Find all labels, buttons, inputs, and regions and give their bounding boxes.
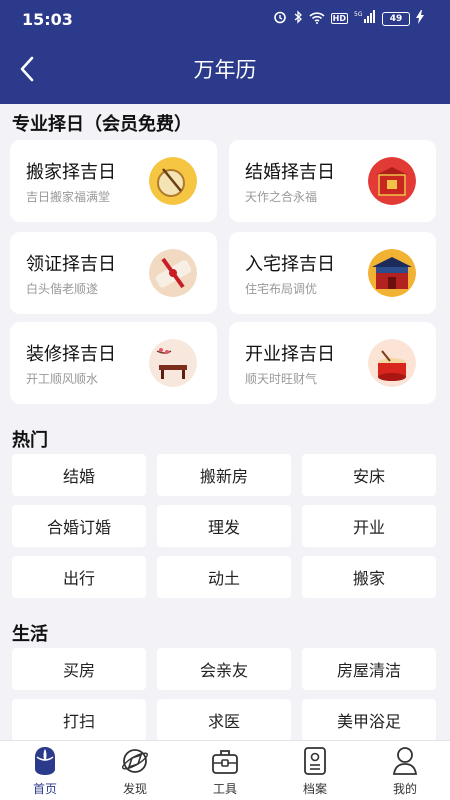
- tab-label: 发现: [122, 782, 147, 796]
- app-header: 15:03 HD 5G 49 万年历: [0, 0, 450, 104]
- card-banjia[interactable]: 搬家择吉日 吉日搬家福满堂: [10, 140, 217, 222]
- palace-gate-icon: [368, 249, 416, 297]
- charging-icon: [416, 10, 424, 27]
- card-ruzhai[interactable]: 入宅择吉日 住宅布局调优: [229, 232, 436, 314]
- card-subtitle: 开工顺风顺水: [26, 372, 99, 386]
- status-time: 15:03: [22, 10, 73, 29]
- hot-tag[interactable]: 动土: [157, 556, 291, 598]
- section-title-hot: 热门: [12, 430, 48, 451]
- card-subtitle: 天作之合永福: [245, 190, 318, 204]
- drum-icon: [149, 157, 197, 205]
- life-tag[interactable]: 求医: [157, 699, 291, 741]
- tab-label: 我的: [392, 782, 417, 796]
- card-subtitle: 住宅布局调优: [245, 282, 318, 296]
- profile-icon: [392, 747, 418, 775]
- bluetooth-icon: [293, 10, 303, 27]
- tab-profile[interactable]: 我的: [360, 741, 450, 800]
- page-title: 万年历: [193, 58, 257, 82]
- hd-badge: HD: [330, 13, 348, 24]
- card-title: 领证择吉日: [26, 254, 116, 275]
- life-tag[interactable]: 会亲友: [157, 648, 291, 690]
- tab-archive[interactable]: 档案: [270, 741, 360, 800]
- tab-tools[interactable]: 工具: [180, 741, 270, 800]
- signal-icon: 5G: [354, 10, 376, 27]
- card-title: 搬家择吉日: [26, 162, 116, 183]
- status-icons: HD 5G 49: [273, 10, 424, 27]
- life-tag[interactable]: 房屋清洁: [302, 648, 436, 690]
- card-jiehun[interactable]: 结婚择吉日 天作之合永福: [229, 140, 436, 222]
- section-title-zeri: 专业择日（会员免费）: [12, 114, 192, 135]
- card-zhuangxiu[interactable]: 装修择吉日 开工顺风顺水: [10, 322, 217, 404]
- card-kaiye[interactable]: 开业择吉日 顺天时旺财气: [229, 322, 436, 404]
- life-tag[interactable]: 美甲浴足: [302, 699, 436, 741]
- hot-tag[interactable]: 开业: [302, 505, 436, 547]
- lion-drum-icon: [368, 339, 416, 387]
- card-lingzheng[interactable]: 领证择吉日 白头偕老顺遂: [10, 232, 217, 314]
- hot-tag[interactable]: 结婚: [12, 454, 146, 496]
- bottom-tab-bar: 首页 发现 工具 档案 我的: [0, 740, 450, 800]
- card-subtitle: 白头偕老顺遂: [26, 282, 99, 296]
- card-title: 结婚择吉日: [245, 162, 335, 183]
- nav-bar: 万年历: [0, 44, 450, 94]
- card-title: 开业择吉日: [245, 344, 335, 365]
- wedding-chest-icon: [368, 157, 416, 205]
- alarm-icon: [273, 10, 287, 27]
- card-subtitle: 顺天时旺财气: [245, 372, 318, 386]
- life-tag[interactable]: 买房: [12, 648, 146, 690]
- tab-home[interactable]: 首页: [0, 741, 90, 800]
- life-tag[interactable]: 打扫: [12, 699, 146, 741]
- table-icon: [149, 339, 197, 387]
- card-title: 入宅择吉日: [245, 254, 335, 275]
- archive-icon: [304, 747, 326, 775]
- tab-label: 档案: [302, 782, 327, 796]
- section-title-life: 生活: [12, 624, 48, 645]
- battery-indicator: 49: [382, 11, 410, 26]
- home-icon: [35, 747, 55, 775]
- gift-ribbon-icon: [149, 249, 197, 297]
- svg-text:5G: 5G: [354, 11, 363, 18]
- hot-tag[interactable]: 合婚订婚: [12, 505, 146, 547]
- hot-tag[interactable]: 理发: [157, 505, 291, 547]
- tab-label: 首页: [32, 782, 57, 796]
- hot-tag[interactable]: 搬家: [302, 556, 436, 598]
- card-title: 装修择吉日: [26, 344, 116, 365]
- status-bar: 15:03 HD 5G 49: [0, 0, 450, 40]
- hot-tag[interactable]: 安床: [302, 454, 436, 496]
- hot-tag[interactable]: 出行: [12, 556, 146, 598]
- wifi-icon: [309, 11, 325, 27]
- discover-icon: [122, 749, 148, 773]
- toolbox-icon: [212, 750, 238, 774]
- tab-label: 工具: [212, 782, 237, 796]
- tab-discover[interactable]: 发现: [90, 741, 180, 800]
- card-subtitle: 吉日搬家福满堂: [26, 190, 111, 204]
- hot-tag[interactable]: 搬新房: [157, 454, 291, 496]
